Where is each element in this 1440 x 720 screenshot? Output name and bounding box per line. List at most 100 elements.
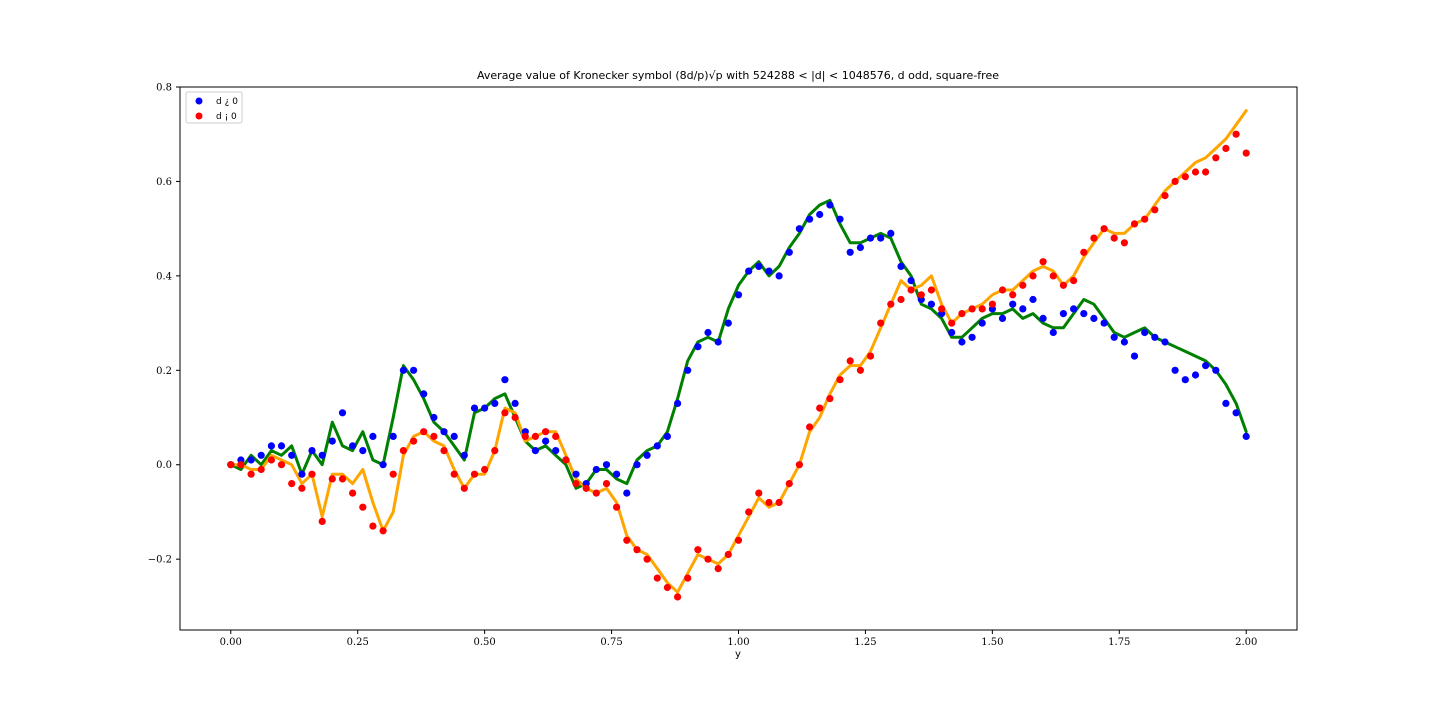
series-1-point	[684, 574, 692, 582]
series-0-point	[501, 376, 509, 384]
series-1-point	[806, 423, 814, 431]
y-tick-label: 0.4	[156, 271, 172, 282]
series-0-point	[1181, 376, 1189, 384]
series-1-point	[836, 376, 844, 384]
series-0-point	[856, 243, 865, 252]
x-tick-label: 1.50	[981, 637, 1003, 648]
series-1-point	[877, 319, 885, 327]
series-1-point	[328, 475, 336, 483]
series-1-point	[369, 522, 377, 530]
series-0-point	[887, 229, 895, 237]
series-1-point	[998, 286, 1007, 294]
series-0-point	[1232, 409, 1240, 417]
series-0-point	[694, 343, 702, 351]
series-0-point	[572, 470, 580, 478]
series-1-point	[247, 470, 255, 478]
x-tick-label: 0.50	[474, 637, 496, 648]
series-0-point	[684, 366, 692, 374]
series-1-point	[755, 489, 763, 497]
series-1-point	[1212, 154, 1220, 162]
series-1-point	[917, 291, 925, 299]
series-1-point	[897, 295, 905, 304]
series-1-point	[613, 503, 621, 511]
series-0-point	[613, 470, 621, 478]
series-1-point	[349, 489, 357, 497]
series-0-point	[998, 314, 1007, 322]
series-0-point	[663, 432, 672, 440]
series-0-point	[653, 442, 661, 450]
legend-marker-positive	[195, 97, 203, 105]
series-0-point	[1090, 314, 1098, 322]
series-0-point	[359, 447, 367, 455]
series-0-point	[866, 234, 875, 242]
series-1-point	[724, 550, 732, 559]
series-1-point	[1110, 234, 1118, 242]
series-1-point	[277, 461, 286, 469]
series-1-point	[887, 300, 895, 308]
series-1-point	[704, 555, 712, 563]
series-0-point	[602, 461, 611, 469]
series-0-point	[1212, 366, 1220, 374]
series-0-point	[978, 319, 986, 327]
series-1-point	[227, 461, 235, 469]
series-0-point	[826, 201, 834, 209]
series-1-point	[948, 319, 956, 327]
series-0-point	[1242, 432, 1250, 440]
series-0-point	[1110, 333, 1118, 341]
series-1-point	[1009, 291, 1017, 299]
series-1-point	[511, 413, 519, 422]
series-0-point	[318, 451, 326, 459]
series-1-point	[1070, 277, 1078, 285]
series-1-point	[542, 428, 550, 436]
series-0-point	[430, 413, 438, 422]
series-1-point	[1181, 173, 1189, 181]
series-1-point	[552, 432, 560, 440]
series-0-point	[927, 300, 936, 308]
series-0-point	[298, 470, 306, 478]
series-1-point	[572, 480, 580, 488]
series-1-point	[775, 498, 783, 507]
series-0-point	[1029, 295, 1037, 304]
series-1-point	[643, 555, 651, 563]
series-0-point	[379, 461, 387, 469]
series-1-point	[938, 305, 946, 313]
series-0-point	[765, 267, 773, 275]
series-0-point	[1080, 310, 1088, 318]
series-0-point	[1009, 300, 1017, 308]
series-1-point	[420, 428, 428, 436]
series-1-point	[1080, 248, 1088, 256]
series-0-point	[542, 437, 550, 445]
series-0-point	[389, 432, 397, 440]
series-1-point	[1019, 281, 1027, 289]
series-0-point	[1019, 305, 1027, 313]
series-1-point	[1141, 215, 1149, 223]
y-tick-label: −0.2	[148, 555, 172, 566]
series-1-point	[338, 475, 347, 483]
series-1-point	[491, 447, 499, 455]
series-0-point	[1171, 366, 1179, 374]
series-1-point	[410, 437, 418, 445]
series-0-point	[674, 399, 682, 407]
series-0-point	[775, 272, 783, 280]
series-1-point	[663, 583, 672, 592]
series-0-point	[257, 451, 265, 459]
series-0-point	[450, 432, 458, 440]
series-1-point	[846, 357, 854, 365]
series-0-point	[897, 262, 905, 270]
series-0-point	[277, 442, 286, 450]
series-0-point	[552, 447, 560, 455]
series-1-point	[531, 432, 540, 440]
series-1-point	[907, 286, 915, 294]
legend-label-positive: d ¿ 0	[216, 97, 238, 107]
x-tick-label: 0.75	[600, 637, 622, 648]
series-0-point	[349, 442, 357, 450]
series-1-point	[257, 465, 265, 474]
series-1-point	[308, 470, 316, 478]
series-0-point	[795, 225, 804, 233]
series-1-point	[734, 536, 743, 544]
series-1-point	[795, 461, 804, 469]
series-0-point	[907, 277, 915, 285]
series-0-point	[460, 451, 468, 459]
series-0-point	[734, 291, 743, 299]
series-1-point	[826, 395, 834, 403]
